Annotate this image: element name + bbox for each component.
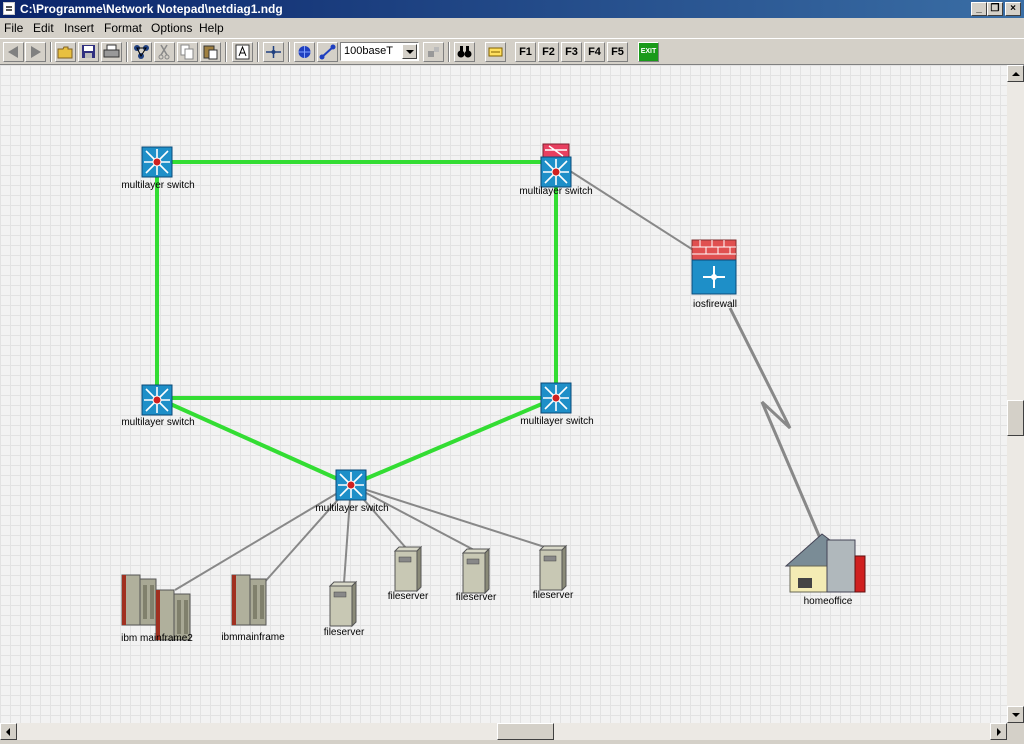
menu-bar: File Edit Insert Format Options Help xyxy=(0,18,1024,38)
server-node[interactable]: fileserver xyxy=(456,548,497,603)
horizontal-scrollbar[interactable] xyxy=(0,723,1007,740)
node-label: ibm mainframe2 xyxy=(121,633,193,644)
diagram-canvas[interactable]: multilayer switch multilayer switch mult… xyxy=(0,65,1007,723)
server-node[interactable]: fileserver xyxy=(388,546,429,602)
line-style-icon[interactable] xyxy=(423,42,444,62)
restore-button[interactable]: ❐ xyxy=(987,2,1003,16)
link-serial xyxy=(174,484,352,591)
node-label: homeoffice xyxy=(804,596,853,607)
chevron-right-icon xyxy=(997,728,1001,736)
scroll-left-button[interactable] xyxy=(0,723,17,740)
scrollbar-corner xyxy=(1007,723,1024,740)
link-serial xyxy=(555,161,713,263)
toolbar-separator xyxy=(288,42,290,62)
node-label: fileserver xyxy=(533,590,574,601)
link-ethernet xyxy=(350,396,557,487)
node-label: ibmmainframe xyxy=(221,632,285,643)
line-type-select[interactable]: 100baseT xyxy=(340,42,419,61)
f4-button[interactable]: F4 xyxy=(584,42,605,62)
vertical-scroll-thumb[interactable] xyxy=(1007,400,1024,436)
link-ethernet xyxy=(156,396,352,487)
toolbar-separator xyxy=(126,42,128,62)
globe-icon[interactable] xyxy=(294,42,315,62)
network-links xyxy=(155,160,822,591)
node-label: fileserver xyxy=(388,591,429,602)
toolbar-separator xyxy=(448,42,450,62)
f1-button[interactable]: F1 xyxy=(515,42,536,62)
f5-button[interactable]: F5 xyxy=(607,42,628,62)
save-icon[interactable] xyxy=(78,42,99,62)
status-bar xyxy=(0,740,1024,744)
link-wan-lightning xyxy=(728,307,822,539)
mainframe-node[interactable]: ibmmainframe xyxy=(221,574,285,643)
paste-icon[interactable] xyxy=(200,42,221,62)
f3-button[interactable]: F3 xyxy=(561,42,582,62)
menu-format[interactable]: Format xyxy=(104,21,142,35)
node-label: iosfirewall xyxy=(693,299,737,310)
back-icon[interactable] xyxy=(3,42,24,62)
house-node[interactable]: homeoffice xyxy=(784,533,866,607)
note-icon[interactable] xyxy=(485,42,506,62)
horizontal-scroll-thumb[interactable] xyxy=(497,723,554,740)
server-node[interactable]: fileserver xyxy=(533,545,574,601)
node-label: fileserver xyxy=(324,627,365,638)
chevron-left-icon xyxy=(6,728,10,736)
print-icon[interactable] xyxy=(101,42,122,62)
node-label: fileserver xyxy=(456,592,497,603)
link-tool-icon[interactable] xyxy=(317,42,338,62)
switch-firewall-node[interactable]: multilayer switch xyxy=(519,143,593,197)
switch-node[interactable]: multilayer switch xyxy=(315,469,389,514)
menu-edit[interactable]: Edit xyxy=(33,21,54,35)
node-label: multilayer switch xyxy=(121,180,194,191)
app-icon[interactable] xyxy=(3,2,15,15)
chevron-down-icon[interactable] xyxy=(402,44,417,59)
menu-file[interactable]: File xyxy=(4,21,23,35)
network-icon[interactable] xyxy=(131,42,152,62)
exit-button[interactable]: EXIT xyxy=(638,42,659,62)
chevron-up-icon xyxy=(1012,72,1020,76)
cut-icon[interactable] xyxy=(154,42,175,62)
switch-node[interactable]: multilayer switch xyxy=(520,382,594,427)
server-node[interactable]: fileserver xyxy=(324,581,365,638)
scroll-down-button[interactable] xyxy=(1007,706,1024,723)
f2-button[interactable]: F2 xyxy=(538,42,559,62)
title-bar: C:\Programme\Network Notepad\netdiag1.nd… xyxy=(0,0,1024,18)
window-title: C:\Programme\Network Notepad\netdiag1.nd… xyxy=(20,2,283,16)
minimize-button[interactable]: _ xyxy=(971,2,987,16)
vertical-scrollbar[interactable] xyxy=(1007,65,1024,723)
node-label: multilayer switch xyxy=(315,503,388,514)
menu-insert[interactable]: Insert xyxy=(64,21,94,35)
toolbar: 100baseT F1 F2 F3 F4 F5 EXIT xyxy=(0,38,1024,65)
copy-icon[interactable] xyxy=(177,42,198,62)
close-button[interactable]: × xyxy=(1005,2,1021,16)
node-label: multilayer switch xyxy=(520,416,593,427)
toolbar-separator xyxy=(225,42,227,62)
binoculars-icon[interactable] xyxy=(454,42,475,62)
menu-help[interactable]: Help xyxy=(199,21,224,35)
scroll-right-button[interactable] xyxy=(990,723,1007,740)
link-serial xyxy=(350,484,552,550)
connector-tool-icon[interactable] xyxy=(263,42,284,62)
node-label: multilayer switch xyxy=(121,417,194,428)
scroll-up-button[interactable] xyxy=(1007,65,1024,82)
switch-node[interactable]: multilayer switch xyxy=(121,146,195,191)
node-label: multilayer switch xyxy=(519,186,592,197)
toolbar-separator xyxy=(50,42,52,62)
chevron-down-icon xyxy=(1012,713,1020,717)
toolbar-separator xyxy=(257,42,259,62)
switch-node[interactable]: multilayer switch xyxy=(121,384,195,428)
firewall-node[interactable]: iosfirewall xyxy=(691,239,737,310)
menu-options[interactable]: Options xyxy=(151,21,192,35)
forward-icon[interactable] xyxy=(25,42,46,62)
open-folder-icon[interactable] xyxy=(55,42,76,62)
line-type-value: 100baseT xyxy=(344,45,393,57)
text-tool-icon[interactable] xyxy=(232,42,253,62)
network-diagram[interactable]: multilayer switch multilayer switch mult… xyxy=(0,65,1007,723)
